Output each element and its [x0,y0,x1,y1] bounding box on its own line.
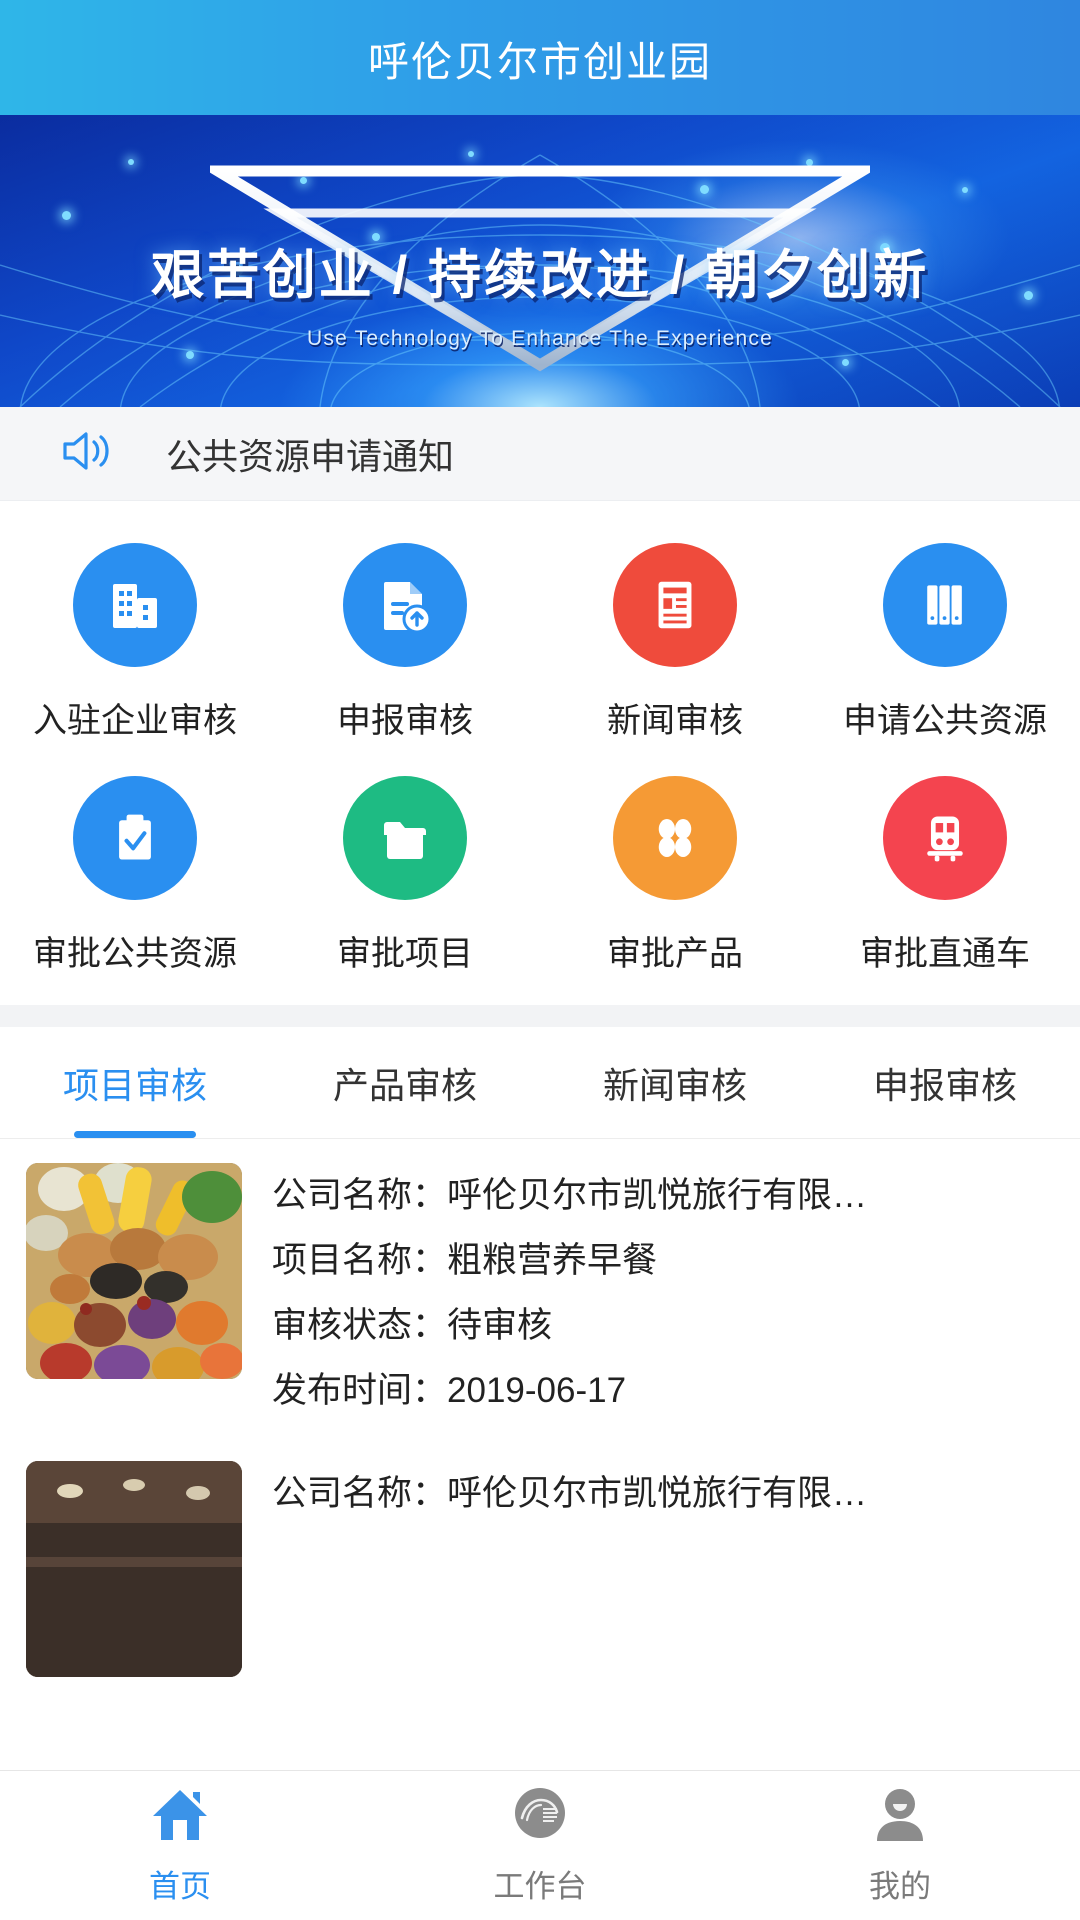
app-root: 呼伦贝尔市创业园 艰苦创业 / 持续改进 / 朝夕创新 Use Technolo… [0,0,1080,1920]
notice-bar[interactable]: 公共资源申请通知 [0,407,1080,501]
folder-icon [343,776,467,900]
grid-item-apply-public-resource[interactable]: 申请公共资源 [810,543,1080,742]
list-item-body: 公司名称：呼伦贝尔市凯悦旅行有限… [272,1461,1044,1677]
clipboard-check-icon [73,776,197,900]
grid-row-2: 审批公共资源 审批项目 审批产品 审批直通车 [0,776,1080,975]
tab-project-review[interactable]: 项目审核 [0,1027,270,1138]
tab-label: 新闻审核 [602,1064,747,1106]
grid-item-label: 审批直通车 [860,935,1030,973]
workbench-logo-icon [509,1786,571,1849]
tabbar-item-workbench[interactable]: 工作台 [360,1786,720,1906]
person-icon [869,1786,931,1849]
newspaper-icon [613,543,737,667]
page-title: 呼伦贝尔市创业园 [368,38,712,85]
grid-item-label: 入驻企业审核 [33,702,237,740]
document-upload-icon [343,543,467,667]
time-value: 2019-06-17 [447,1371,627,1410]
grid-item-label: 申报审核 [337,702,473,740]
clover-icon [613,776,737,900]
train-icon [883,776,1007,900]
banner-headline: 艰苦创业 / 持续改进 / 朝夕创新 [150,246,930,305]
quick-action-grid: 入驻企业审核 申报审核 新闻审核 申请公共资源 审批公共资源 审批项目 审批产品… [0,501,1080,1005]
project-label: 项目名称： [272,1241,448,1280]
company-value: 呼伦贝尔市凯悦旅行有限… [447,1474,868,1513]
project-value: 粗粮营养早餐 [447,1241,658,1280]
home-icon [149,1786,211,1849]
speaker-icon [60,427,114,480]
grid-item-label: 新闻审核 [607,702,743,740]
grid-row-1: 入驻企业审核 申报审核 新闻审核 申请公共资源 [0,543,1080,742]
grid-item-approve-product[interactable]: 审批产品 [540,776,810,975]
grid-item-declaration-review[interactable]: 申报审核 [270,543,540,742]
grid-item-label: 审批公共资源 [33,935,237,973]
app-header: 呼伦贝尔市创业园 [0,0,1080,115]
tabbar-label: 首页 [149,1868,211,1904]
status-line: 审核状态：待审核 [272,1297,1044,1348]
grid-item-label: 审批项目 [337,935,473,973]
grain-breakfast-photo [26,1163,242,1379]
tabbar-label: 工作台 [493,1868,587,1904]
list-item[interactable]: 公司名称：呼伦贝尔市凯悦旅行有限… 项目名称：粗粮营养早餐 审核状态：待审核 发… [0,1139,1080,1437]
buildings-icon [73,543,197,667]
tab-product-review[interactable]: 产品审核 [270,1027,540,1138]
tab-label: 项目审核 [62,1064,207,1106]
tabbar-label: 我的 [869,1868,931,1904]
grid-item-enterprise-review[interactable]: 入驻企业审核 [0,543,270,742]
grid-item-news-review[interactable]: 新闻审核 [540,543,810,742]
grid-item-label: 审批产品 [607,935,743,973]
status-label: 审核状态： [272,1306,448,1345]
company-value: 呼伦贝尔市凯悦旅行有限… [447,1176,868,1215]
grid-item-approve-public-resource[interactable]: 审批公共资源 [0,776,270,975]
tabbar-item-profile[interactable]: 我的 [720,1786,1080,1906]
tab-label: 产品审核 [332,1064,477,1106]
tab-news-review[interactable]: 新闻审核 [540,1027,810,1138]
books-icon [883,543,1007,667]
hero-banner[interactable]: 艰苦创业 / 持续改进 / 朝夕创新 Use Technology To Enh… [0,115,1080,407]
bottom-tabbar: 首页 工作台 我的 [0,1770,1080,1920]
content-tabs: 项目审核 产品审核 新闻审核 申报审核 [0,1027,1080,1139]
notice-text: 公共资源申请通知 [166,435,455,477]
banner-subline: Use Technology To Enhance The Experience [307,327,773,350]
grid-item-label: 申请公共资源 [843,702,1047,740]
company-label: 公司名称： [272,1176,448,1215]
grid-item-approve-project[interactable]: 审批项目 [270,776,540,975]
company-line: 公司名称：呼伦贝尔市凯悦旅行有限… [272,1167,1044,1218]
section-divider [0,1005,1080,1027]
company-line: 公司名称：呼伦贝尔市凯悦旅行有限… [272,1465,1044,1516]
time-label: 发布时间： [272,1371,448,1410]
status-badge: 待审核 [447,1306,553,1345]
time-line: 发布时间：2019-06-17 [272,1362,1044,1413]
interior-room-photo [26,1461,242,1677]
project-line: 项目名称：粗粮营养早餐 [272,1232,1044,1283]
tabbar-item-home[interactable]: 首页 [0,1786,360,1906]
tab-label: 申报审核 [872,1064,1017,1106]
list-item[interactable]: 公司名称：呼伦贝尔市凯悦旅行有限… [0,1437,1080,1701]
review-list: 公司名称：呼伦贝尔市凯悦旅行有限… 项目名称：粗粮营养早餐 审核状态：待审核 发… [0,1139,1080,1770]
grid-item-approve-express[interactable]: 审批直通车 [810,776,1080,975]
list-item-body: 公司名称：呼伦贝尔市凯悦旅行有限… 项目名称：粗粮营养早餐 审核状态：待审核 发… [272,1163,1044,1413]
tab-declaration-review[interactable]: 申报审核 [810,1027,1080,1138]
company-label: 公司名称： [272,1474,448,1513]
